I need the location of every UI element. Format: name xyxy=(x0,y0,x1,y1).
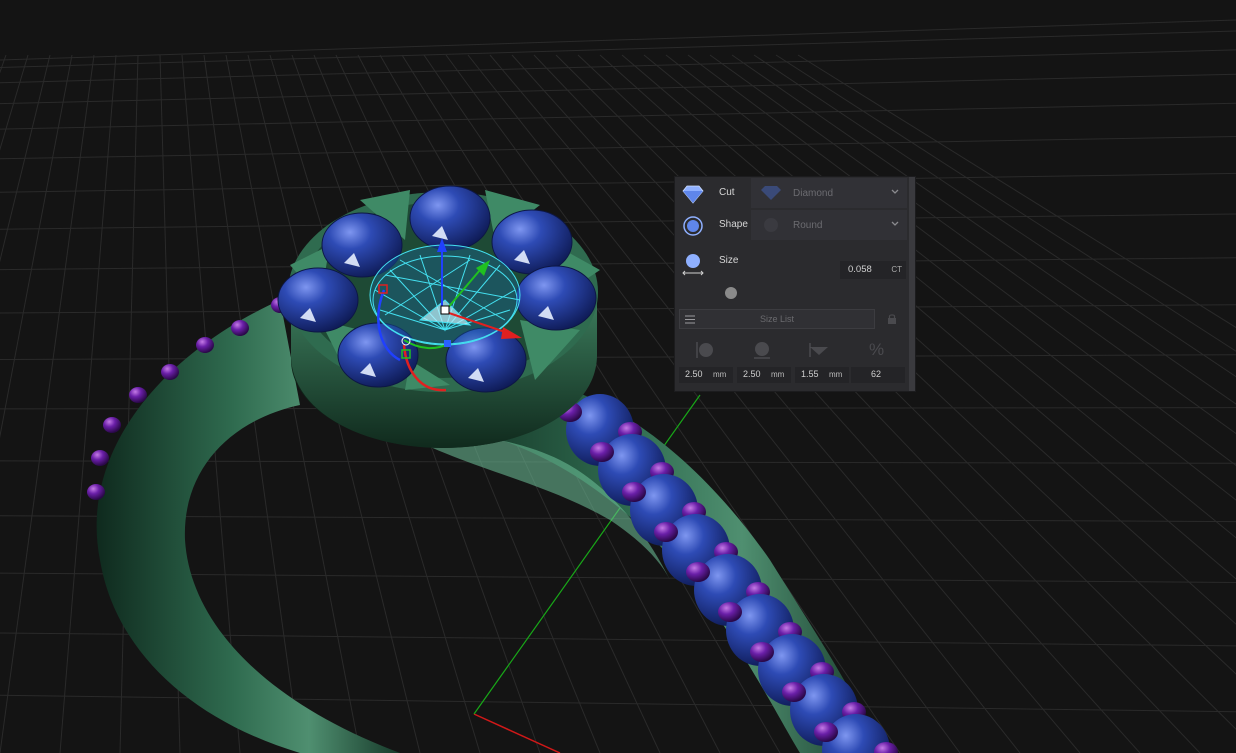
prong[interactable] xyxy=(686,562,710,582)
prong[interactable] xyxy=(654,522,678,542)
size-list-label: Size List xyxy=(759,314,794,324)
length-value: 2.50 xyxy=(743,369,761,379)
percent-icon: % xyxy=(869,340,885,359)
xy-plane-handle[interactable] xyxy=(444,340,451,347)
table-percent-value: 62 xyxy=(871,369,882,379)
chevron-down-icon xyxy=(891,189,899,194)
prong[interactable] xyxy=(782,682,806,702)
width-value: 2.50 xyxy=(685,369,703,379)
size-carat-value: 0.058 xyxy=(848,264,872,275)
size-carat-input[interactable]: 0.058 CT xyxy=(840,261,906,279)
cut-diamond-icon xyxy=(682,185,704,204)
cut-value: Diamond xyxy=(793,188,834,199)
chevron-down-icon xyxy=(891,221,899,226)
prong[interactable] xyxy=(91,450,109,466)
shape-row: Shape Round xyxy=(675,209,909,243)
cut-label: Cut xyxy=(719,187,735,198)
x-axis-line xyxy=(473,713,561,753)
prong[interactable] xyxy=(718,602,742,622)
width-icon xyxy=(696,342,713,358)
length-unit: mm xyxy=(771,370,785,379)
depth-unit: mm xyxy=(829,370,843,379)
length-icon xyxy=(754,342,770,359)
gem-properties-panel: Cut Diamond Shape Round Size 0.058 CT Si… xyxy=(674,176,916,392)
prong[interactable] xyxy=(129,387,147,403)
halo-stone[interactable] xyxy=(409,185,491,251)
prong[interactable] xyxy=(622,482,646,502)
prong[interactable] xyxy=(750,642,774,662)
prong[interactable] xyxy=(231,320,249,336)
prong[interactable] xyxy=(196,337,214,353)
width-unit: mm xyxy=(713,370,727,379)
depth-icon xyxy=(809,343,828,357)
cut-row: Cut Diamond xyxy=(675,177,909,211)
size-label: Size xyxy=(719,255,739,266)
gizmo-center-handle[interactable] xyxy=(440,305,450,315)
halo-stone[interactable] xyxy=(515,265,597,331)
prong[interactable] xyxy=(590,442,614,462)
shape-dropdown[interactable]: Round xyxy=(751,210,907,240)
prong[interactable] xyxy=(87,484,105,500)
shape-label: Shape xyxy=(719,219,748,230)
prong[interactable] xyxy=(814,722,838,742)
size-list-button[interactable]: Size List xyxy=(679,309,875,329)
size-icon xyxy=(682,254,704,276)
size-carat-unit: CT xyxy=(891,265,902,274)
size-slider-handle[interactable] xyxy=(725,287,737,299)
depth-value: 1.55 xyxy=(801,369,819,379)
depth-field[interactable]: 1.55 mm xyxy=(795,367,849,383)
pave-stones-right[interactable] xyxy=(558,394,898,753)
halo-stone[interactable] xyxy=(277,267,359,333)
lock-icon[interactable] xyxy=(887,313,897,325)
prong[interactable] xyxy=(161,364,179,380)
cut-dropdown[interactable]: Diamond xyxy=(751,178,907,208)
width-field[interactable]: 2.50 mm xyxy=(679,367,733,383)
prong[interactable] xyxy=(103,417,121,433)
3d-viewport[interactable] xyxy=(0,0,1236,753)
shape-value: Round xyxy=(793,220,823,231)
panel-scrollbar[interactable] xyxy=(909,177,915,391)
diamond-cut-icon xyxy=(761,186,781,200)
shape-round-icon xyxy=(683,216,703,236)
length-field[interactable]: 2.50 mm xyxy=(737,367,791,383)
table-percent-field[interactable]: 62 xyxy=(851,367,905,383)
round-shape-icon xyxy=(764,218,778,232)
